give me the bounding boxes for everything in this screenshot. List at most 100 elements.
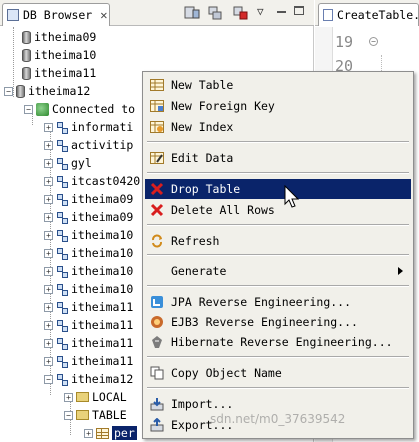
folder-icon [76,392,89,402]
schema-icon [56,373,68,386]
tree-item[interactable]: − itheima12 [4,82,90,100]
blank-icon [149,263,165,279]
menu-separator [147,172,409,174]
collapse-icon[interactable]: − [64,410,73,420]
menu-item[interactable]: JPA Reverse Engineering... [145,292,411,312]
tree-item[interactable]: + itheima11 [44,352,133,370]
expand-icon[interactable]: + [44,320,53,330]
tree-item[interactable]: + informati [44,118,133,136]
collapse-icon[interactable]: − [4,86,13,96]
expand-icon[interactable]: + [64,392,73,402]
tree-item-label: itheima10 [71,282,134,296]
schema-icon [56,247,68,260]
new-connection-icon[interactable] [184,6,200,20]
menu-item[interactable]: Drop Table [145,179,411,199]
tree-item-label: informati [71,120,134,134]
tree-item[interactable]: + itheima09 [44,208,133,226]
tab-create-table[interactable]: CreateTable. [318,3,419,26]
tree-item-label: itheima10 [71,246,134,260]
tree-item[interactable]: − TABLE [64,406,127,424]
tree-item-label: itheima11 [71,318,134,332]
menu-item-label: New Index [171,120,234,134]
tree-item[interactable]: − Connected to [24,100,135,118]
collapse-icon[interactable]: − [24,104,33,114]
expand-icon[interactable]: + [44,158,53,168]
expand-icon[interactable]: + [44,356,53,366]
schema-icon [56,337,68,350]
menu-item[interactable]: EJB3 Reverse Engineering... [145,312,411,332]
menu-separator [147,285,409,287]
tree-item-label: LOCAL [92,390,127,404]
menu-item[interactable]: Edit Data [145,148,411,168]
menu-item[interactable]: New Table [145,75,411,95]
tree-item[interactable]: + LOCAL [64,388,127,406]
disconnect-icon[interactable] [232,6,248,20]
delete-icon [149,181,165,197]
expand-icon[interactable]: + [44,266,53,276]
tab-db-browser[interactable]: DB Browser ✕ [2,3,110,26]
expand-icon[interactable]: + [44,338,53,348]
tree-item[interactable]: + itheima10 [44,226,133,244]
tree-item[interactable]: itheima09 [22,28,96,46]
expand-icon[interactable]: + [44,230,53,240]
menu-item[interactable]: Copy Object Name [145,363,411,383]
db-browser-icon [7,9,19,21]
expand-icon[interactable]: + [84,428,93,438]
expand-icon[interactable]: + [44,302,53,312]
editor-tab-title: CreateTable. [337,8,419,22]
menu-separator [147,254,409,256]
tree-item[interactable]: + itheima10 [44,280,133,298]
tree-item-label: itheima12 [28,84,91,98]
submenu-arrow-icon [398,267,403,275]
tree-item[interactable]: + activitip [44,136,133,154]
view-menu-icon[interactable]: ▽ [257,5,264,18]
schema-icon [56,175,68,188]
expand-icon[interactable]: + [44,122,53,132]
tree-item[interactable]: itheima11 [22,64,96,82]
menu-item[interactable]: New Index [145,117,411,137]
refresh-icon [149,233,165,249]
tree-item[interactable]: + itheima10 [44,262,133,280]
tree-item[interactable]: + itheima11 [44,298,133,316]
tree-item[interactable]: + itcast0420 [44,172,140,190]
close-icon[interactable]: ✕ [100,8,107,22]
schema-icon [56,301,68,314]
menu-item[interactable]: New Foreign Key [145,96,411,116]
tree-item[interactable]: + itheima11 [44,316,133,334]
collapse-icon[interactable]: − [44,374,53,384]
fold-icon[interactable]: − [369,37,378,46]
tree-item[interactable]: + itheima10 [44,244,133,262]
expand-icon[interactable]: + [44,212,53,222]
tree-item[interactable]: + gyl [44,154,92,172]
jpa-icon [149,294,165,310]
connect-icon[interactable] [207,6,223,20]
expand-icon[interactable]: + [44,140,53,150]
menu-item-label: Copy Object Name [171,366,282,380]
tab-title: DB Browser [23,8,93,22]
tree-item-label: gyl [71,156,92,170]
menu-item[interactable]: Refresh [145,231,411,251]
expand-icon[interactable]: + [44,248,53,258]
tree-item[interactable]: itheima10 [22,46,96,64]
menu-item-label: Edit Data [171,151,234,165]
menu-item-label: Hibernate Reverse Engineering... [171,335,393,349]
tree-item[interactable]: + per [84,424,137,442]
menu-item-label: Import... [171,397,234,411]
menu-item[interactable]: Import... [145,394,411,414]
expand-icon[interactable]: + [44,176,53,186]
maximize-icon[interactable] [294,6,304,15]
tree-item[interactable]: + itheima11 [44,334,133,352]
expand-icon[interactable]: + [44,284,53,294]
expand-icon[interactable]: + [44,194,53,204]
tree-item-label: TABLE [92,408,127,422]
ejb3-icon [149,314,165,330]
database-icon [22,30,31,44]
tree-item[interactable]: − itheima12 [44,370,133,388]
menu-separator [147,224,409,226]
minimize-icon[interactable] [277,11,286,13]
menu-item[interactable]: Hibernate Reverse Engineering... [145,332,411,352]
tree-item[interactable]: + itheima09 [44,190,133,208]
menu-item-label: Drop Table [171,182,241,196]
menu-item[interactable]: Generate [145,261,411,281]
menu-item[interactable]: Delete All Rows [145,200,411,220]
